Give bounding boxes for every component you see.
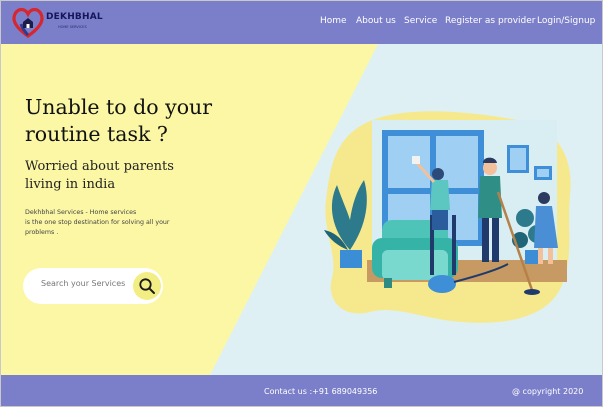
house-icon bbox=[23, 18, 33, 28]
desc-line-1: Dekhbhal Services - Home services bbox=[25, 209, 137, 216]
hero-description: Dekhbhal Services - Home services is the… bbox=[25, 208, 185, 238]
headline-line-2: routine task ? bbox=[25, 122, 168, 146]
hero-subheading: Worried about parents living in india bbox=[25, 158, 215, 194]
footer: Contact us :+91 689049356 @ copyright 20… bbox=[0, 375, 603, 407]
subhead-line-2: living in india bbox=[25, 177, 116, 192]
contact-info: Contact us :+91 689049356 bbox=[264, 387, 378, 396]
logo-heart-icon bbox=[12, 7, 44, 38]
home-cleaning-illustration bbox=[324, 111, 571, 323]
hero-headline: Unable to do your routine task ? bbox=[25, 94, 245, 148]
desc-line-3: problems . bbox=[25, 229, 59, 236]
desc-line-2: is the one stop destination for solving … bbox=[25, 219, 170, 226]
brand-tagline: HOME SERVICES bbox=[58, 25, 87, 29]
brand-name: DEKHBHAL bbox=[46, 12, 103, 22]
nav-about-us[interactable]: About us bbox=[356, 16, 396, 26]
headline-line-1: Unable to do your bbox=[25, 95, 213, 119]
nav-service[interactable]: Service bbox=[404, 16, 437, 26]
subhead-line-1: Worried about parents bbox=[25, 159, 174, 174]
nav-home[interactable]: Home bbox=[320, 16, 347, 26]
brand-logo[interactable]: DEKHBHAL HOME SERVICES bbox=[12, 5, 103, 39]
nav-register-provider[interactable]: Register as provider bbox=[445, 16, 535, 26]
search-input[interactable] bbox=[41, 279, 131, 288]
navbar: DEKHBHAL HOME SERVICES Home About us Ser… bbox=[0, 0, 603, 44]
search-box bbox=[23, 268, 163, 304]
search-button[interactable] bbox=[133, 272, 161, 300]
nav-login-signup[interactable]: Login/Signup bbox=[537, 16, 595, 26]
search-icon bbox=[139, 278, 155, 294]
copyright-text: @ copyright 2020 bbox=[512, 387, 584, 396]
